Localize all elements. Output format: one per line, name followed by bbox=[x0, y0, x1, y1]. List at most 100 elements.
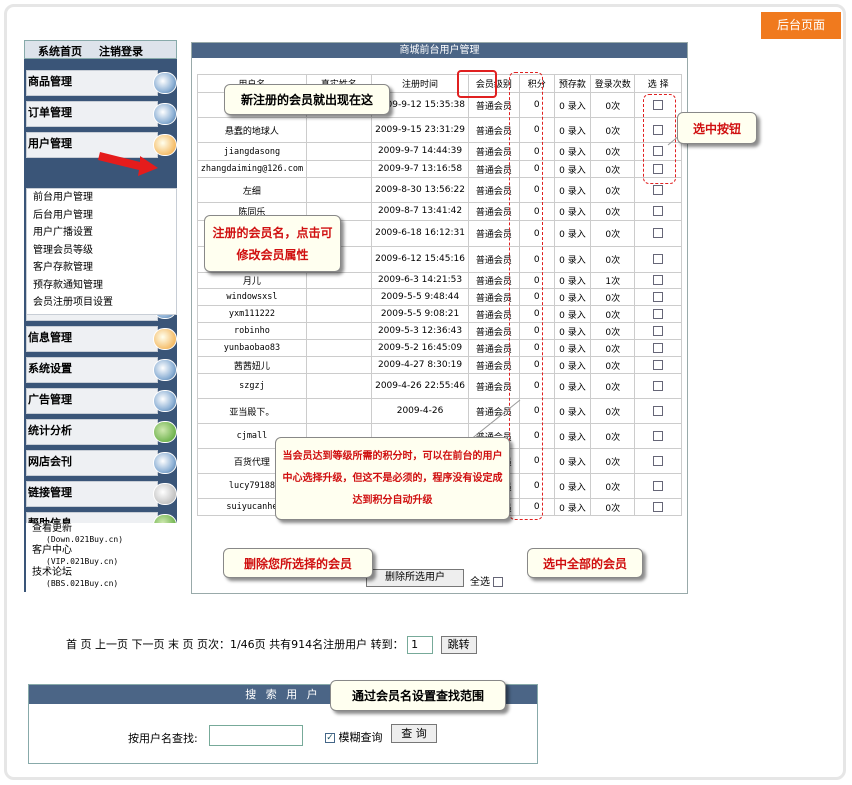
row-checkbox[interactable] bbox=[653, 206, 664, 217]
cell-time: 2009-9-7 14:44:39 bbox=[370, 142, 470, 161]
sidebar-item-broadcast[interactable]: 用户广播设置 bbox=[27, 224, 176, 242]
fuzzy-checkbox[interactable]: ✓ bbox=[325, 733, 335, 743]
sidebar-item-deposit-notice[interactable]: 预存款通知管理 bbox=[27, 277, 176, 295]
cell-deposit[interactable]: 0 录入 bbox=[553, 160, 592, 178]
search-button[interactable]: 查 询 bbox=[391, 724, 437, 743]
column-header: 预存款 bbox=[553, 74, 592, 93]
page-input[interactable]: 1 bbox=[407, 636, 434, 654]
cell-deposit[interactable]: 0 录入 bbox=[553, 423, 592, 449]
go-button[interactable]: 跳转 bbox=[440, 636, 477, 654]
cell-deposit[interactable]: 0 录入 bbox=[553, 356, 592, 374]
row-checkbox[interactable] bbox=[653, 480, 664, 491]
sidebar-section-7[interactable]: 统计分析 bbox=[26, 419, 177, 445]
cell-select bbox=[634, 339, 682, 357]
sidebar-item-back-users[interactable]: 后台用户管理 bbox=[27, 207, 176, 225]
row-checkbox[interactable] bbox=[653, 405, 664, 416]
sidebar-section-4[interactable]: 信息管理 bbox=[26, 326, 177, 352]
username-search-input[interactable] bbox=[209, 725, 303, 746]
row-checkbox[interactable] bbox=[653, 342, 664, 353]
row-checkbox[interactable] bbox=[653, 359, 664, 370]
row-checkbox[interactable] bbox=[653, 308, 664, 319]
cell-user[interactable]: robinho bbox=[197, 322, 307, 340]
help-customer-site[interactable]: (VIP.021Buy.cn) bbox=[26, 556, 177, 567]
row-checkbox[interactable] bbox=[653, 430, 664, 441]
fuzzy-search-toggle[interactable]: ✓ 模糊查询 bbox=[325, 729, 383, 745]
cell-deposit[interactable]: 0 录入 bbox=[553, 305, 592, 323]
cell-time: 2009-4-27 8:30:19 bbox=[370, 356, 470, 374]
cell-user[interactable]: zhangdaiming@126.com bbox=[197, 160, 307, 178]
sidebar-section-2[interactable]: 用户管理 bbox=[26, 132, 177, 158]
cell-real bbox=[305, 322, 372, 340]
help-updates-site[interactable]: (Down.021Buy.cn) bbox=[26, 534, 177, 545]
sidebar-section-8[interactable]: 网店会刊 bbox=[26, 450, 177, 476]
cell-deposit[interactable]: 0 录入 bbox=[553, 220, 592, 247]
help-updates-link[interactable]: 查看更新 bbox=[26, 523, 177, 534]
cell-logins: 0次 bbox=[589, 202, 636, 221]
cell-user[interactable]: yxm111222 bbox=[197, 305, 307, 323]
select-all-checkbox[interactable] bbox=[493, 577, 504, 587]
cell-real bbox=[305, 356, 372, 374]
row-checkbox[interactable] bbox=[653, 275, 664, 286]
cell-real bbox=[305, 117, 372, 143]
help-forum-link[interactable]: 技术论坛 bbox=[26, 567, 177, 578]
cell-deposit[interactable]: 0 录入 bbox=[553, 288, 592, 306]
row-checkbox[interactable] bbox=[653, 291, 664, 302]
cell-real bbox=[305, 305, 372, 323]
panel-title: 商城前台用户管理 bbox=[192, 43, 687, 58]
table-row: 月儿 2009-6-3 14:21:53 普通会员 0 0 录入 1次 bbox=[197, 272, 682, 289]
sidebar-item-deposits[interactable]: 客户存款管理 bbox=[27, 259, 176, 277]
cell-deposit[interactable]: 0 录入 bbox=[553, 177, 592, 203]
sidebar-section-1[interactable]: 订单管理 bbox=[26, 101, 177, 127]
cell-deposit[interactable]: 0 录入 bbox=[553, 473, 592, 499]
cell-deposit[interactable]: 0 录入 bbox=[553, 142, 592, 161]
row-checkbox[interactable] bbox=[653, 325, 664, 336]
cell-time: 2009-5-3 12:36:43 bbox=[370, 322, 470, 340]
cell-deposit[interactable]: 0 录入 bbox=[553, 246, 592, 273]
table-row: yunbaobao83 2009-5-2 16:45:09 普通会员 0 0 录入 0次 bbox=[197, 339, 682, 357]
cell-user[interactable]: 亚当殿下。 bbox=[197, 398, 307, 424]
cell-deposit[interactable]: 0 录入 bbox=[553, 202, 592, 221]
sidebar-item-front-users[interactable]: 前台用户管理 bbox=[27, 189, 176, 207]
sidebar-section-5[interactable]: 系统设置 bbox=[26, 357, 177, 383]
cell-user[interactable]: 悬蠢的地球人 bbox=[197, 117, 307, 143]
cell-deposit[interactable]: 0 录入 bbox=[553, 448, 592, 474]
cell-user[interactable]: jiangdasong bbox=[197, 142, 307, 161]
logout-link[interactable]: 注销登录 bbox=[99, 43, 143, 59]
row-checkbox[interactable] bbox=[653, 455, 664, 466]
cell-time: 2009-8-30 13:56:22 bbox=[370, 177, 470, 203]
cell-user[interactable]: szgzj bbox=[197, 373, 307, 399]
cell-user[interactable]: 月儿 bbox=[197, 272, 307, 289]
cell-logins: 0次 bbox=[589, 177, 636, 203]
cell-user[interactable]: 左细 bbox=[197, 177, 307, 203]
cell-deposit[interactable]: 0 录入 bbox=[553, 272, 592, 289]
cell-deposit[interactable]: 0 录入 bbox=[553, 498, 592, 516]
sidebar-section-label: 广告管理 bbox=[28, 393, 72, 406]
cell-user[interactable]: 茜茜妞儿 bbox=[197, 356, 307, 374]
cell-deposit[interactable]: 0 录入 bbox=[553, 92, 592, 118]
select-all[interactable]: 全选 bbox=[470, 573, 504, 588]
row-checkbox[interactable] bbox=[653, 184, 664, 195]
info-icon bbox=[153, 328, 177, 350]
sidebar-item-member-levels[interactable]: 管理会员等级 bbox=[27, 242, 176, 260]
cell-deposit[interactable]: 0 录入 bbox=[553, 117, 592, 143]
cell-logins: 0次 bbox=[589, 398, 636, 424]
home-link[interactable]: 系统首页 bbox=[38, 43, 82, 59]
help-forum-site[interactable]: (BBS.021Buy.cn) bbox=[26, 578, 177, 589]
cell-deposit[interactable]: 0 录入 bbox=[553, 398, 592, 424]
sidebar-section-6[interactable]: 广告管理 bbox=[26, 388, 177, 414]
row-checkbox[interactable] bbox=[653, 228, 664, 239]
sidebar-section-0[interactable]: 商品管理 bbox=[26, 70, 177, 96]
cell-deposit[interactable]: 0 录入 bbox=[553, 373, 592, 399]
cell-user[interactable]: yunbaobao83 bbox=[197, 339, 307, 357]
sidebar-section-9[interactable]: 链接管理 bbox=[26, 481, 177, 507]
cell-deposit[interactable]: 0 录入 bbox=[553, 339, 592, 357]
sidebar-item-register-fields[interactable]: 会员注册项目设置 bbox=[27, 294, 176, 312]
row-checkbox[interactable] bbox=[653, 380, 664, 391]
cell-user[interactable]: windowsxsl bbox=[197, 288, 307, 306]
help-customer-link[interactable]: 客户中心 bbox=[26, 545, 177, 556]
row-checkbox[interactable] bbox=[653, 501, 664, 512]
cell-select bbox=[634, 423, 682, 449]
row-checkbox[interactable] bbox=[653, 254, 664, 265]
cell-deposit[interactable]: 0 录入 bbox=[553, 322, 592, 340]
delete-selected-button[interactable]: 删除所选用户 bbox=[366, 569, 464, 587]
